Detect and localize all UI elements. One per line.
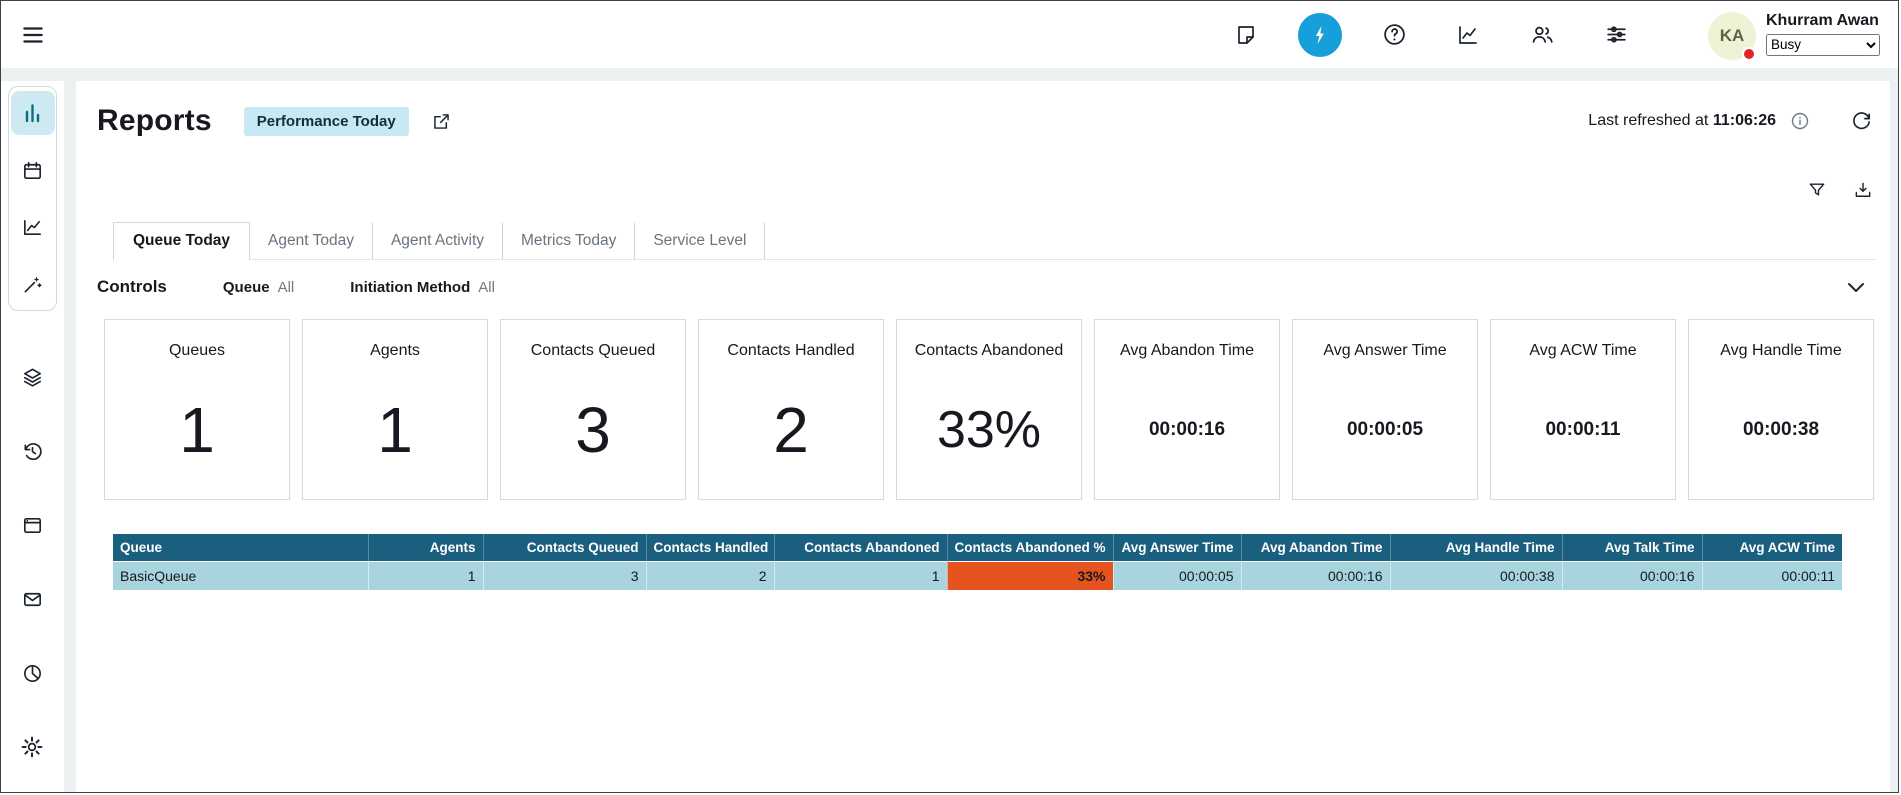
menu-icon[interactable] bbox=[11, 13, 55, 57]
column-header-avg-talk-time[interactable]: Avg Talk Time bbox=[1562, 534, 1702, 561]
column-header-contacts-abandoned[interactable]: Contacts Abandoned bbox=[774, 534, 947, 561]
tab-agent-today[interactable]: Agent Today bbox=[250, 223, 373, 259]
kpi-card-avg-handle-time: Avg Handle Time 00:00:38 bbox=[1688, 319, 1874, 500]
kpi-card-contacts-abandoned: Contacts Abandoned 33% bbox=[896, 319, 1082, 500]
external-link-icon[interactable] bbox=[427, 106, 457, 136]
kpi-card-avg-answer-time: Avg Answer Time 00:00:05 bbox=[1292, 319, 1478, 500]
table-row: BasicQueue 1 3 2 1 33% 00:00:05 00:00:16… bbox=[113, 561, 1842, 590]
cell-avg-answer-time: 00:00:05 bbox=[1113, 561, 1241, 590]
sidebar-secondary-group bbox=[10, 355, 54, 769]
cell-queue: BasicQueue bbox=[113, 561, 368, 590]
controls-label: Controls bbox=[97, 277, 167, 297]
report-tabs: Queue Today Agent Today Agent Activity M… bbox=[113, 223, 1876, 260]
sidebar bbox=[1, 81, 64, 792]
pie-chart-icon bbox=[21, 662, 44, 685]
cell-contacts-abandoned: 1 bbox=[774, 561, 947, 590]
queue-metrics-table: Queue Agents Contacts Queued Contacts Ha… bbox=[113, 534, 1842, 590]
cell-contacts-handled: 2 bbox=[646, 561, 774, 590]
kpi-card-contacts-handled: Contacts Handled 2 bbox=[698, 319, 884, 500]
cell-contacts-abandoned-pct: 33% bbox=[947, 561, 1113, 590]
column-header-avg-handle-time[interactable]: Avg Handle Time bbox=[1390, 534, 1562, 561]
kpi-card-agents: Agents 1 bbox=[302, 319, 488, 500]
column-header-avg-abandon-time[interactable]: Avg Abandon Time bbox=[1241, 534, 1390, 561]
sidebar-item-line-chart[interactable] bbox=[11, 205, 55, 249]
filter-icon[interactable] bbox=[1802, 175, 1832, 205]
avatar-initials: KA bbox=[1720, 26, 1745, 46]
help-icon[interactable] bbox=[1372, 13, 1416, 57]
cell-avg-handle-time: 00:00:38 bbox=[1390, 561, 1562, 590]
sidebar-primary-group bbox=[8, 86, 57, 311]
note-icon[interactable] bbox=[1224, 13, 1268, 57]
layers-icon bbox=[21, 366, 44, 389]
column-header-contacts-abandoned-pct[interactable]: Contacts Abandoned % bbox=[947, 534, 1113, 561]
filter-initiation-method[interactable]: Initiation Method All bbox=[350, 279, 495, 296]
column-header-avg-acw-time[interactable]: Avg ACW Time bbox=[1702, 534, 1842, 561]
table-header-row: Queue Agents Contacts Queued Contacts Ha… bbox=[113, 534, 1842, 561]
topbar: KA Khurram Awan Busy bbox=[1, 1, 1898, 68]
agents-icon[interactable] bbox=[1520, 13, 1564, 57]
topbar-actions: KA Khurram Awan Busy bbox=[1224, 10, 1880, 60]
report-badge: Performance Today bbox=[244, 107, 409, 136]
sidebar-item-settings[interactable] bbox=[10, 725, 54, 769]
sliders-icon[interactable] bbox=[1594, 13, 1638, 57]
sidebar-item-reports[interactable] bbox=[11, 91, 55, 135]
sidebar-item-mail[interactable] bbox=[10, 577, 54, 621]
kpi-card-contacts-queued: Contacts Queued 3 bbox=[500, 319, 686, 500]
tab-queue-today[interactable]: Queue Today bbox=[113, 222, 250, 260]
wand-icon bbox=[21, 273, 44, 296]
app-window: KA Khurram Awan Busy bbox=[0, 0, 1899, 793]
sidebar-item-pie-chart[interactable] bbox=[10, 651, 54, 695]
sidebar-item-window[interactable] bbox=[10, 503, 54, 547]
column-header-avg-answer-time[interactable]: Avg Answer Time bbox=[1113, 534, 1241, 561]
history-icon bbox=[21, 440, 44, 463]
cell-avg-acw-time: 00:00:11 bbox=[1702, 561, 1842, 590]
user-name: Khurram Awan bbox=[1766, 12, 1880, 30]
sidebar-item-calendar[interactable] bbox=[11, 148, 55, 192]
table-actions bbox=[1802, 175, 1878, 205]
info-icon[interactable] bbox=[1786, 107, 1814, 135]
last-refreshed: Last refreshed at 11:06:26 bbox=[1588, 112, 1776, 130]
column-header-queue[interactable]: Queue bbox=[113, 534, 368, 561]
cell-avg-abandon-time: 00:00:16 bbox=[1241, 561, 1390, 590]
kpi-card-queues: Queues 1 bbox=[104, 319, 290, 500]
chevron-down-icon[interactable] bbox=[1838, 269, 1874, 305]
column-header-agents[interactable]: Agents bbox=[368, 534, 483, 561]
tab-metrics-today[interactable]: Metrics Today bbox=[503, 223, 635, 259]
avatar[interactable]: KA bbox=[1708, 12, 1756, 60]
refresh-icon[interactable] bbox=[1846, 106, 1876, 136]
cell-agents: 1 bbox=[368, 561, 483, 590]
download-icon[interactable] bbox=[1848, 175, 1878, 205]
calendar-icon bbox=[21, 159, 44, 182]
kpi-card-avg-acw-time: Avg ACW Time 00:00:11 bbox=[1490, 319, 1676, 500]
bar-chart-icon bbox=[21, 101, 45, 125]
kpi-cards: Queues 1 Agents 1 Contacts Queued 3 Cont… bbox=[104, 319, 1874, 500]
flash-button[interactable] bbox=[1298, 13, 1342, 57]
page-title: Reports bbox=[97, 104, 212, 138]
line-chart-icon[interactable] bbox=[1446, 13, 1490, 57]
sidebar-item-layers[interactable] bbox=[10, 355, 54, 399]
status-dot bbox=[1742, 47, 1756, 61]
page-header: Reports Performance Today Last refreshed… bbox=[97, 97, 1876, 145]
main-panel: Reports Performance Today Last refreshed… bbox=[76, 81, 1890, 792]
line-chart-icon bbox=[21, 216, 44, 239]
mail-icon bbox=[21, 588, 44, 611]
tab-agent-activity[interactable]: Agent Activity bbox=[373, 223, 503, 259]
filter-queue[interactable]: Queue All bbox=[223, 279, 294, 296]
gear-icon bbox=[20, 735, 44, 759]
status-select[interactable]: Busy bbox=[1766, 34, 1880, 56]
sidebar-item-wand[interactable] bbox=[11, 262, 55, 306]
cell-avg-talk-time: 00:00:16 bbox=[1562, 561, 1702, 590]
controls-bar: Controls Queue All Initiation Method All bbox=[97, 265, 1874, 309]
user-cluster: KA Khurram Awan Busy bbox=[1708, 10, 1880, 60]
kpi-card-avg-abandon-time: Avg Abandon Time 00:00:16 bbox=[1094, 319, 1280, 500]
tab-service-level[interactable]: Service Level bbox=[635, 223, 765, 259]
cell-contacts-queued: 3 bbox=[483, 561, 646, 590]
column-header-contacts-handled[interactable]: Contacts Handled bbox=[646, 534, 774, 561]
window-icon bbox=[21, 514, 44, 537]
sidebar-item-history[interactable] bbox=[10, 429, 54, 473]
column-header-contacts-queued[interactable]: Contacts Queued bbox=[483, 534, 646, 561]
